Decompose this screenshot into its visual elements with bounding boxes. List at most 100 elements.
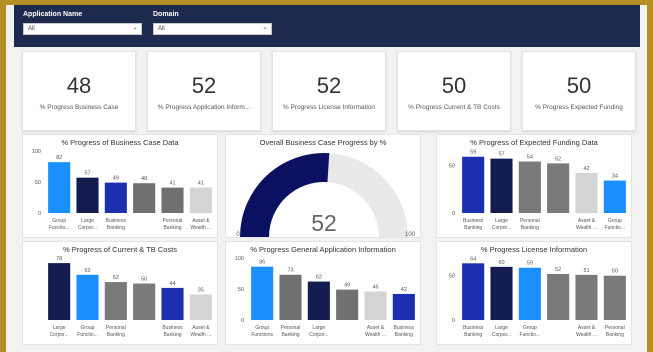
bar <box>48 162 71 213</box>
kpi-card-business-case[interactable]: 48 % Progress Business Case <box>22 51 136 131</box>
y-tick-label: 50 <box>238 287 244 293</box>
data-label: 35 <box>198 287 204 293</box>
bar <box>518 267 541 320</box>
kpi-card-application-information[interactable]: 52 % Progress Application Inform... <box>147 51 261 131</box>
category-label: Large <box>312 325 325 331</box>
bar <box>76 274 99 320</box>
chart-general-application-information[interactable]: % Progress General Application Informati… <box>225 241 421 345</box>
bar <box>104 282 127 320</box>
category-label: Corpor... <box>309 332 328 338</box>
data-label: 78 <box>56 256 62 262</box>
category-label: Large <box>495 325 508 331</box>
bar <box>364 291 387 320</box>
category-label: Business <box>463 218 484 224</box>
bar <box>251 266 274 320</box>
category-label: Wealth ... <box>190 332 211 338</box>
domain-select[interactable]: All ⌄ <box>153 23 272 35</box>
category-label: Functio... <box>77 332 98 338</box>
data-label: 34 <box>612 174 618 180</box>
bar-chart-svg: 05010086GroupFunctions73PersonalBanking6… <box>235 256 415 338</box>
category-label: Corpor... <box>50 332 69 338</box>
category-label: Functio... <box>49 225 70 231</box>
bar <box>48 263 71 320</box>
chart-license-information[interactable]: % Progress License Information 0 50 64 Busi… <box>436 241 632 345</box>
gauge-min-label: 0 <box>236 232 240 238</box>
chart-business-case[interactable]: % Progress of Business Case Data 0 50 100 8… <box>22 134 218 238</box>
kpi-card-expected-funding[interactable]: 50 % Progress Expected Funding <box>522 51 636 131</box>
application-name-value: All <box>28 26 35 32</box>
gauge-value: 52 <box>311 210 337 236</box>
data-label: 82 <box>56 155 62 161</box>
kpi-card-current-tb-costs[interactable]: 50 % Progress Current & TB Costs <box>397 51 511 131</box>
kpi-value: 52 <box>191 73 217 98</box>
category-label: Banking <box>464 332 482 338</box>
chart-expected-funding[interactable]: % Progress of Expected Funding Data 0 50 5… <box>436 134 632 238</box>
data-label: 59 <box>527 261 533 267</box>
category-label: Banking <box>606 332 624 338</box>
category-label: Personal <box>163 218 183 224</box>
category-label: Personal <box>106 325 126 331</box>
category-label: Group <box>255 325 269 331</box>
bar <box>76 177 99 213</box>
domain-value: All <box>158 26 165 32</box>
category-label: Banking <box>281 332 299 338</box>
data-label: 41 <box>169 181 175 187</box>
kpi-value: 50 <box>441 73 467 98</box>
bar <box>189 187 212 213</box>
bar <box>575 274 598 320</box>
category-label: Group <box>52 218 66 224</box>
category-label: Large <box>495 218 508 224</box>
bar <box>490 266 513 320</box>
data-label: 52 <box>555 267 561 273</box>
bar <box>189 294 212 320</box>
y-tick-label: 0 <box>452 211 455 217</box>
application-name-select[interactable]: All ⌄ <box>23 23 142 35</box>
bar-chart-svg: 05064BusinessBanking60LargeCorpor...59Gr… <box>449 256 626 338</box>
kpi-card-license-information[interactable]: 52 % Progress License Information <box>272 51 386 131</box>
data-label: 54 <box>527 154 533 160</box>
category-label: Banking <box>107 225 125 231</box>
data-label: 49 <box>344 283 350 289</box>
category-label: Banking <box>163 225 181 231</box>
y-tick-label: 0 <box>38 211 41 217</box>
data-label: 64 <box>470 256 476 262</box>
data-label: 52 <box>555 156 561 162</box>
chevron-down-icon: ⌄ <box>132 24 138 31</box>
bar <box>161 187 184 213</box>
category-label: Business <box>394 325 415 331</box>
data-label: 59 <box>470 150 476 156</box>
category-label: Wealth ... <box>576 225 597 231</box>
data-label: 86 <box>259 260 265 266</box>
y-tick-label: 100 <box>32 149 41 155</box>
gauge-max-label: 100 <box>405 232 416 238</box>
category-label: Corpor... <box>78 225 97 231</box>
kpi-value: 50 <box>566 73 592 98</box>
category-label: Banking <box>521 225 539 231</box>
category-label: Personal <box>520 218 540 224</box>
category-label: Business <box>463 325 484 331</box>
category-label: Personal <box>605 325 625 331</box>
kpi-value: 52 <box>316 73 342 98</box>
category-label: Wealth ... <box>365 332 386 338</box>
gauge-overall-progress[interactable]: Overall Business Case Progress by % 52 0… <box>225 134 421 238</box>
y-tick-label: 100 <box>235 256 244 262</box>
category-label: Group <box>608 218 622 224</box>
data-label: 48 <box>141 176 147 182</box>
category-label: Banking <box>464 225 482 231</box>
bar <box>161 287 184 320</box>
bar <box>547 163 570 213</box>
chart-current-tb-costs[interactable]: % Progress of Current & TB Costs 78 Large… <box>22 241 218 345</box>
category-label: Personal <box>281 325 301 331</box>
bar-chart-svg: 0 50 100 82 GroupFunctio... 57 LargeCorpor... 4… <box>32 149 212 231</box>
category-label: Wealth ... <box>576 332 597 338</box>
data-label: 73 <box>287 268 293 274</box>
bar <box>392 293 415 320</box>
category-label: Corpor... <box>492 225 511 231</box>
data-label: 50 <box>141 277 147 283</box>
data-label: 62 <box>316 275 322 281</box>
data-label: 50 <box>612 269 618 275</box>
kpi-label: % Progress Application Inform... <box>157 104 251 111</box>
kpi-label: % Progress Business Case <box>39 104 119 111</box>
bar <box>518 161 541 213</box>
category-label: Functions <box>251 332 273 338</box>
